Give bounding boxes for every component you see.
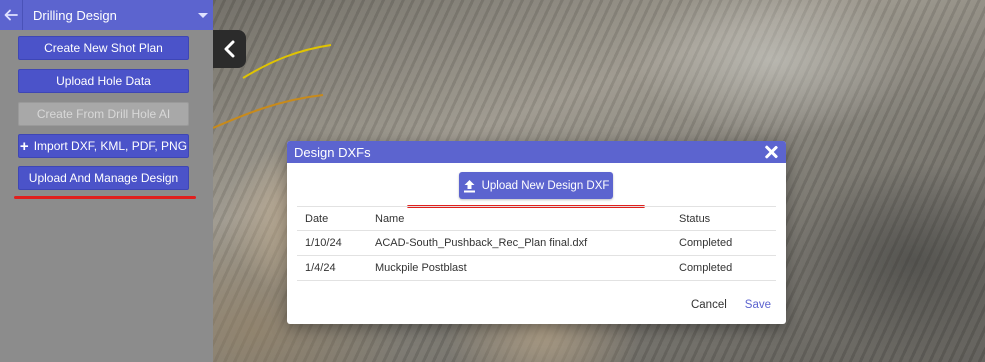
sidebar: Drilling Design Create New Shot Plan Upl… [0,0,213,362]
upload-hole-data-button[interactable]: Upload Hole Data [18,69,189,93]
table-row[interactable]: 1/10/24 ACAD-South_Pushback_Rec_Plan fin… [297,231,776,256]
row-name: Muckpile Postblast [375,262,467,274]
dialog-footer: Cancel Save [691,299,771,311]
dialog-header: Design DXFs [287,141,786,163]
column-header-name[interactable]: Name [375,213,679,225]
back-arrow-icon[interactable] [0,0,22,30]
close-icon[interactable] [764,145,778,159]
upload-button-label: Upload New Design DXF [481,179,610,192]
table-header-row: Date Name Status [297,206,776,231]
collapse-sidebar-button[interactable] [213,30,246,68]
chevron-down-icon[interactable] [198,12,208,18]
create-from-drill-hole-ai-button[interactable]: Create From Drill Hole AI [18,102,189,126]
row-date: 1/4/24 [305,262,336,274]
table-row[interactable]: 1/4/24 Muckpile Postblast Completed [297,256,776,281]
upload-and-manage-design-button[interactable]: Upload And Manage Design [18,166,189,190]
design-dxfs-dialog: Design DXFs Upload New Design DXF Date N… [287,141,786,324]
sidebar-header: Drilling Design [0,0,213,30]
upload-icon [463,179,476,193]
column-header-status[interactable]: Status [679,213,776,225]
save-button[interactable]: Save [745,299,771,311]
sidebar-title: Drilling Design [33,7,117,23]
annotation-underline [14,196,196,199]
column-header-date[interactable]: Date [297,213,375,225]
row-status: Completed [679,237,733,249]
cancel-button[interactable]: Cancel [691,299,727,311]
dxf-table: Date Name Status 1/10/24 ACAD-South_Push… [297,206,776,281]
upload-new-design-dxf-button[interactable]: Upload New Design DXF [459,172,613,199]
plus-icon: + [19,137,29,155]
dialog-title: Design DXFs [294,144,371,160]
create-new-shot-plan-button[interactable]: Create New Shot Plan [18,36,189,60]
row-name: ACAD-South_Pushback_Rec_Plan final.dxf [375,237,588,249]
header-divider [22,0,23,30]
row-date: 1/10/24 [305,237,342,249]
row-status: Completed [679,262,733,274]
chevron-left-icon [224,40,234,58]
import-dxf-label: Import DXF, KML, PDF, PNG [33,139,188,153]
import-dxf-button[interactable]: + Import DXF, KML, PDF, PNG [18,134,189,158]
